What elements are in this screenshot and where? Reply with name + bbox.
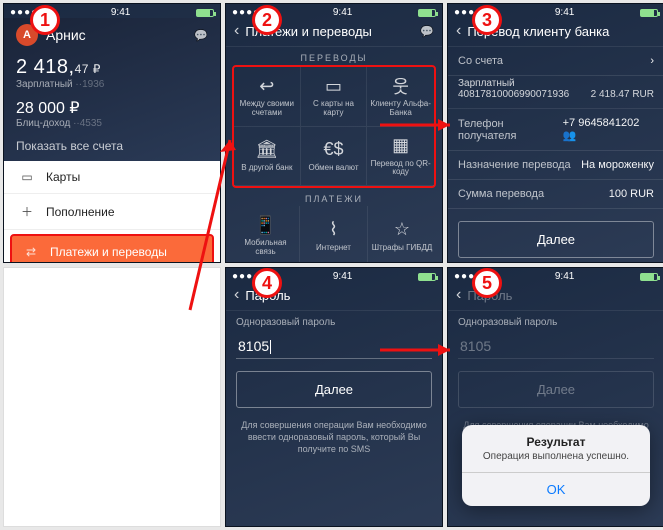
step-badge-3: 3 xyxy=(472,5,502,35)
status-time: 9:41 xyxy=(111,7,130,18)
cell-internet[interactable]: ⌇Интернет xyxy=(300,206,368,263)
back-icon[interactable]: ‹ xyxy=(234,22,239,40)
cell-fines[interactable]: ☆Штрафы ГИБДД xyxy=(368,206,436,263)
cell-exchange[interactable]: €$Обмен валют xyxy=(301,127,368,187)
menu-topup[interactable]: ＋Пополнение xyxy=(4,194,220,230)
contacts-icon[interactable]: 👥 xyxy=(563,130,577,142)
row-amount[interactable]: Сумма перевода100 RUR xyxy=(448,180,663,209)
card-icon: ▭ xyxy=(325,75,342,97)
acct2-name: Блиц-доход xyxy=(16,118,70,129)
back-icon[interactable]: ‹ xyxy=(234,286,239,304)
qr-icon: ▦ xyxy=(392,135,409,157)
cell-qr-transfer[interactable]: ▦Перевод по QR-коду xyxy=(367,127,434,187)
row-from-account[interactable]: Со счета› xyxy=(448,47,663,76)
transfer-icon: ⇄ xyxy=(22,245,40,259)
alert-title: Результат xyxy=(462,425,650,451)
otp-label: Одноразовый пароль xyxy=(448,311,663,328)
otp-input: 8105 xyxy=(458,334,654,359)
show-all-accounts[interactable]: Показать все счета xyxy=(16,139,208,153)
otp-label: Одноразовый пароль xyxy=(226,311,442,328)
row-recipient-phone[interactable]: Телефон получателя+7 9645841202 👥 xyxy=(448,109,663,151)
back-icon[interactable]: ‹ xyxy=(456,286,461,304)
acct2-mask: ··4535 xyxy=(73,118,102,129)
step-badge-1: 1 xyxy=(30,5,60,35)
menu-cards[interactable]: ▭Карты xyxy=(4,161,220,194)
step-badge-2: 2 xyxy=(252,5,282,35)
step-badge-5: 5 xyxy=(472,268,502,298)
back-icon[interactable]: ‹ xyxy=(456,22,461,40)
cell-mobile[interactable]: 📱Мобильная связь xyxy=(232,206,300,263)
battery-icon xyxy=(640,9,658,17)
status-time: 9:41 xyxy=(333,271,352,282)
menu-payments[interactable]: ⇄Платежи и переводы xyxy=(10,234,214,263)
plus-icon: ＋ xyxy=(18,203,36,220)
next-button: Далее xyxy=(458,371,654,408)
screen-transfer-form: ●●●●● 9:41 ‹ Перевод клиенту банка Со сч… xyxy=(447,3,663,263)
wifi-icon: ⌇ xyxy=(329,219,338,241)
battery-icon xyxy=(196,9,214,17)
account-details: Зарплатный 408178100069900719362 418.47 … xyxy=(448,76,663,109)
otp-hint: Для совершения операции Вам необходимо в… xyxy=(226,420,442,455)
status-time: 9:41 xyxy=(555,271,574,282)
section-payments: ПЛАТЕЖИ xyxy=(226,194,442,204)
screen-home-continued xyxy=(3,267,221,527)
alert-ok-button[interactable]: OK xyxy=(462,472,650,506)
currency-icon: €$ xyxy=(323,139,343,161)
next-button[interactable]: Далее xyxy=(236,371,432,408)
transfer-grid: ↩Между своими счетами ▭С карты на карту … xyxy=(232,65,436,188)
chat-icon[interactable]: 💬 xyxy=(194,29,208,42)
section-transfers: ПЕРЕВОДЫ xyxy=(226,53,442,63)
return-icon: ↩ xyxy=(259,75,274,97)
screen-home: ●●●●● 9:41 A Арнис 💬 2 418,47 ₽ Зарплатн… xyxy=(3,3,221,263)
person-icon: 웃 xyxy=(392,75,409,97)
screen-otp: ●●●●● 9:41 ‹ Пароль Одноразовый пароль 8… xyxy=(225,267,443,527)
police-icon: ☆ xyxy=(394,219,410,241)
step-badge-4: 4 xyxy=(252,268,282,298)
battery-icon xyxy=(418,9,436,17)
chat-icon[interactable]: 💬 xyxy=(420,25,434,38)
card-icon: ▭ xyxy=(18,170,36,184)
row-purpose[interactable]: Назначение переводаНа мороженку xyxy=(448,151,663,180)
result-alert: Результат Операция выполнена успешно. OK xyxy=(462,425,650,506)
cell-other-bank[interactable]: 🏛В другой банк xyxy=(234,127,301,187)
phone-icon: 📱 xyxy=(254,214,276,236)
cell-alfa-client[interactable]: 웃Клиенту Альфа-Банка xyxy=(367,67,434,127)
balance-secondary: 28 000 ₽ xyxy=(16,98,208,118)
status-time: 9:41 xyxy=(333,7,352,18)
otp-input[interactable]: 8105 xyxy=(236,334,432,359)
balance-primary: 2 418,47 ₽ xyxy=(16,56,208,79)
acct1-name: Зарплатный xyxy=(16,79,73,90)
screen-result: ●●●●● 9:41 ‹ Пароль Одноразовый пароль 8… xyxy=(447,267,663,527)
battery-icon xyxy=(418,273,436,281)
battery-icon xyxy=(640,273,658,281)
status-time: 9:41 xyxy=(555,7,574,18)
cell-own-accounts[interactable]: ↩Между своими счетами xyxy=(234,67,301,127)
alert-message: Операция выполнена успешно. xyxy=(462,451,650,472)
next-button[interactable]: Далее xyxy=(458,221,654,258)
screen-payments: ●●●●● 9:41 ‹ Платежи и переводы 💬 ПЕРЕВО… xyxy=(225,3,443,263)
bank-icon: 🏛 xyxy=(255,139,278,161)
acct1-mask: ··1936 xyxy=(75,79,104,90)
cell-card-to-card[interactable]: ▭С карты на карту xyxy=(301,67,368,127)
